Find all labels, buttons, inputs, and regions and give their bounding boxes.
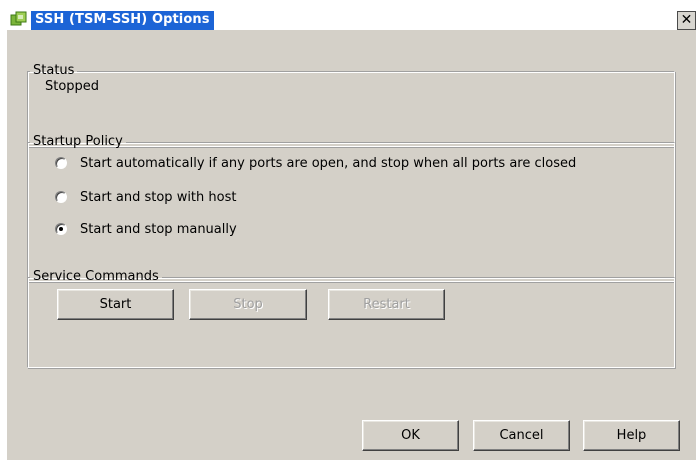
- radio-with-host[interactable]: [55, 191, 67, 203]
- radio-auto[interactable]: [55, 157, 67, 169]
- policy-option-manual[interactable]: Start and stop manually: [55, 219, 237, 239]
- stop-button[interactable]: Stop: [189, 289, 307, 320]
- restart-button[interactable]: Restart: [328, 289, 445, 320]
- radio-manual[interactable]: [55, 223, 67, 235]
- policy-option-manual-label: Start and stop manually: [80, 221, 237, 237]
- vmware-service-icon: [10, 11, 27, 27]
- policy-option-with-host[interactable]: Start and stop with host: [55, 187, 236, 207]
- service-commands-legend: Service Commands: [33, 269, 159, 284]
- dialog-body: Status Stopped Startup Policy Start auto…: [7, 30, 696, 460]
- window-title: SSH (TSM-SSH) Options: [31, 11, 214, 30]
- ok-button[interactable]: OK: [362, 420, 459, 451]
- status-value: Stopped: [45, 79, 100, 94]
- policy-option-auto-label: Start automatically if any ports are ope…: [80, 155, 577, 171]
- start-button[interactable]: Start: [57, 289, 174, 320]
- status-legend: Status: [33, 63, 75, 78]
- close-icon: ✕: [680, 12, 693, 28]
- policy-option-with-host-label: Start and stop with host: [80, 189, 237, 205]
- cancel-button[interactable]: Cancel: [473, 420, 570, 451]
- close-button[interactable]: ✕: [677, 11, 696, 30]
- title-bar: SSH (TSM-SSH) Options ✕: [0, 0, 696, 30]
- help-button[interactable]: Help: [583, 420, 680, 451]
- startup-policy-legend: Startup Policy: [33, 134, 123, 149]
- policy-option-auto[interactable]: Start automatically if any ports are ope…: [55, 153, 576, 173]
